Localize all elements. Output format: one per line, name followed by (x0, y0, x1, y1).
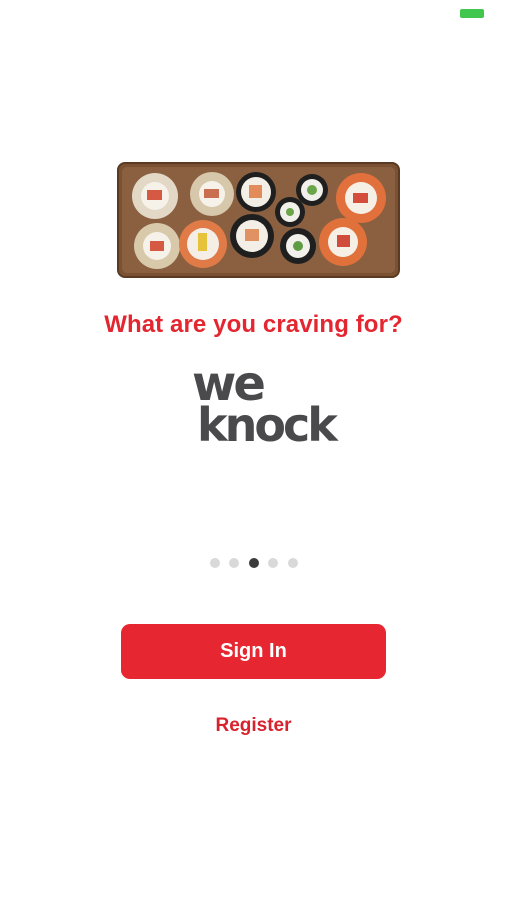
carousel-dot[interactable] (268, 558, 278, 568)
carousel-indicator (0, 558, 507, 568)
headline: What are you craving for? (104, 311, 403, 338)
carousel-dot[interactable] (229, 558, 239, 568)
logo-line-knock: knock (197, 398, 338, 452)
carousel-dot[interactable] (287, 558, 298, 568)
carousel-dot[interactable] (209, 558, 220, 568)
sign-in-button[interactable]: Sign In (121, 624, 386, 679)
sushi-platter-image (117, 162, 400, 278)
brand-logo: we knock (190, 360, 350, 450)
carousel-dot-active[interactable] (248, 558, 259, 568)
battery-icon (460, 9, 484, 18)
register-link[interactable]: Register (0, 715, 507, 737)
